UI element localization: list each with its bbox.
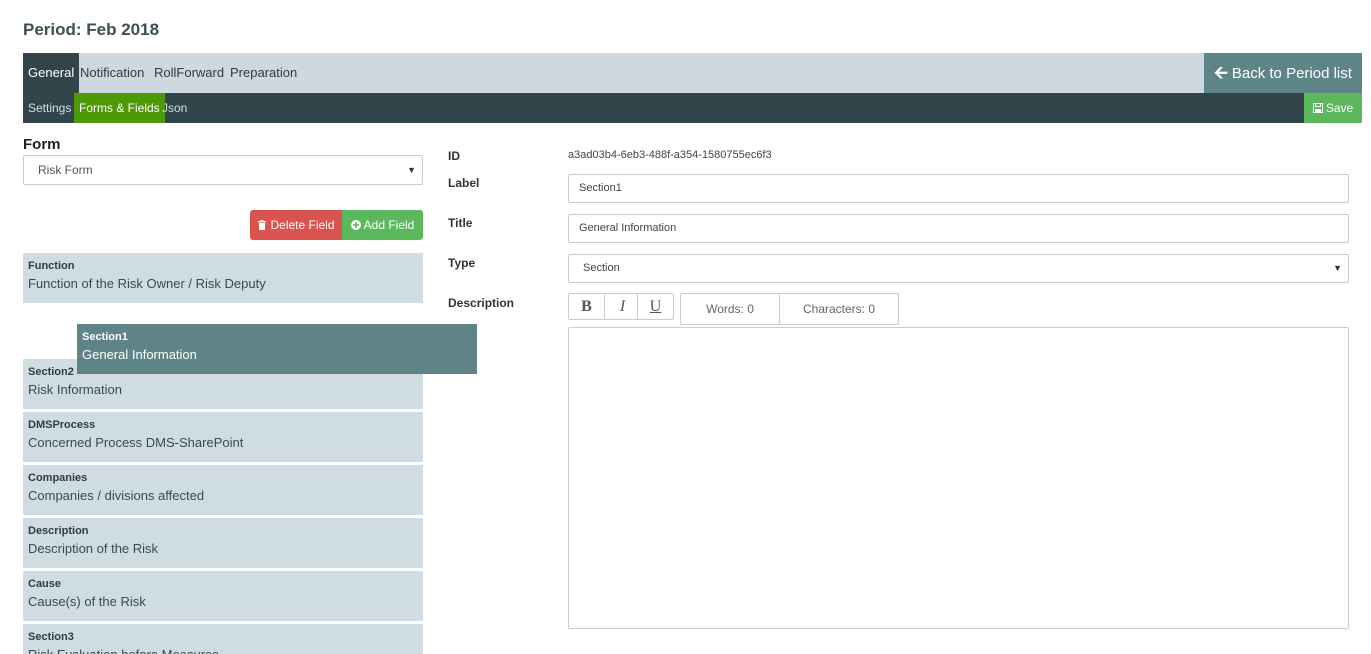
character-count: Characters: 0 bbox=[779, 293, 899, 325]
form-select[interactable]: Risk Form ▼ bbox=[23, 155, 423, 185]
type-label: Type bbox=[448, 256, 476, 270]
italic-button[interactable]: I bbox=[604, 293, 641, 320]
dropdown-caret-icon: ▼ bbox=[407, 165, 416, 175]
field-list-item[interactable]: DMSProcess Concerned Process DMS-SharePo… bbox=[23, 412, 423, 462]
save-button[interactable]: Save bbox=[1304, 93, 1362, 123]
tab-preparation[interactable]: Preparation bbox=[225, 53, 302, 93]
field-name: Description bbox=[28, 525, 89, 537]
id-label: ID bbox=[448, 149, 460, 163]
dragging-field-item[interactable]: Section1 General Information bbox=[77, 324, 477, 374]
floppy-disk-icon bbox=[1312, 103, 1323, 113]
form-heading: Form bbox=[23, 136, 61, 153]
trash-icon bbox=[258, 220, 267, 230]
field-list-item[interactable]: Function Function of the Risk Owner / Ri… bbox=[23, 253, 423, 303]
label-label: Label bbox=[448, 176, 480, 190]
arrow-left-icon: 🡨 bbox=[1214, 63, 1228, 82]
word-count: Words: 0 bbox=[680, 293, 780, 325]
field-list-item[interactable]: Description Description of the Risk bbox=[23, 518, 423, 568]
back-to-period-list-button[interactable]: 🡨 Back to Period list bbox=[1204, 53, 1362, 93]
back-label: Back to Period list bbox=[1231, 65, 1352, 82]
field-list-item[interactable]: Companies Companies / divisions affected bbox=[23, 465, 423, 515]
field-label: Risk Information bbox=[28, 382, 122, 397]
title-label: Title bbox=[448, 216, 473, 230]
field-label: General Information bbox=[82, 347, 197, 362]
tab-rollforward[interactable]: RollForward bbox=[149, 53, 229, 93]
title-input[interactable]: General Information bbox=[568, 214, 1349, 243]
add-field-label: Add Field bbox=[363, 218, 415, 232]
label-input[interactable]: Section1 bbox=[568, 174, 1349, 203]
main-nav-bar: General Notification RollForward Prepara… bbox=[23, 53, 1362, 93]
field-list-item[interactable]: Cause Cause(s) of the Risk bbox=[23, 571, 423, 621]
description-label: Description bbox=[448, 296, 515, 310]
field-list-item[interactable]: Section3 Risk Evaluation before Measures bbox=[23, 624, 423, 654]
bold-button[interactable]: B bbox=[568, 293, 605, 320]
save-label: Save bbox=[1325, 101, 1354, 115]
tab-general[interactable]: General bbox=[23, 53, 80, 93]
delete-field-label: Delete Field bbox=[270, 218, 335, 232]
field-label: Description of the Risk bbox=[28, 541, 159, 556]
sub-nav-bar: Settings Forms & Fields Json Save bbox=[23, 93, 1362, 123]
field-label: Concerned Process DMS-SharePoint bbox=[28, 435, 244, 450]
form-select-value: Risk Form bbox=[38, 163, 93, 177]
subtab-settings[interactable]: Settings bbox=[23, 93, 76, 123]
description-editor[interactable] bbox=[568, 327, 1349, 629]
page-title: Period: Feb 2018 bbox=[23, 20, 160, 39]
field-name: Function bbox=[28, 260, 75, 272]
field-label: Risk Evaluation before Measures bbox=[28, 645, 418, 654]
type-select-value: Section bbox=[583, 262, 620, 274]
field-name: Section1 bbox=[82, 331, 128, 343]
field-name: Section3 bbox=[28, 631, 74, 643]
dropdown-caret-icon: ▼ bbox=[1333, 263, 1342, 273]
plus-circle-icon bbox=[350, 220, 361, 230]
subtab-json[interactable]: Json bbox=[157, 93, 192, 123]
field-name: Companies bbox=[28, 472, 88, 484]
field-name: Cause bbox=[28, 578, 62, 590]
field-label: Cause(s) of the Risk bbox=[28, 594, 146, 609]
underline-button[interactable]: U bbox=[637, 293, 674, 320]
id-value: a3ad03b4-6eb3-488f-a354-1580755ec6f3 bbox=[568, 149, 772, 161]
field-name: DMSProcess bbox=[28, 419, 96, 431]
tab-notification[interactable]: Notification bbox=[75, 53, 149, 93]
delete-field-button[interactable]: Delete Field bbox=[250, 210, 342, 240]
add-field-button[interactable]: Add Field bbox=[342, 210, 423, 240]
subtab-forms-fields[interactable]: Forms & Fields bbox=[74, 93, 165, 123]
type-select[interactable]: Section ▼ bbox=[568, 254, 1349, 283]
field-label: Function of the Risk Owner / Risk Deputy bbox=[28, 276, 266, 291]
field-label: Companies / divisions affected bbox=[28, 488, 205, 503]
